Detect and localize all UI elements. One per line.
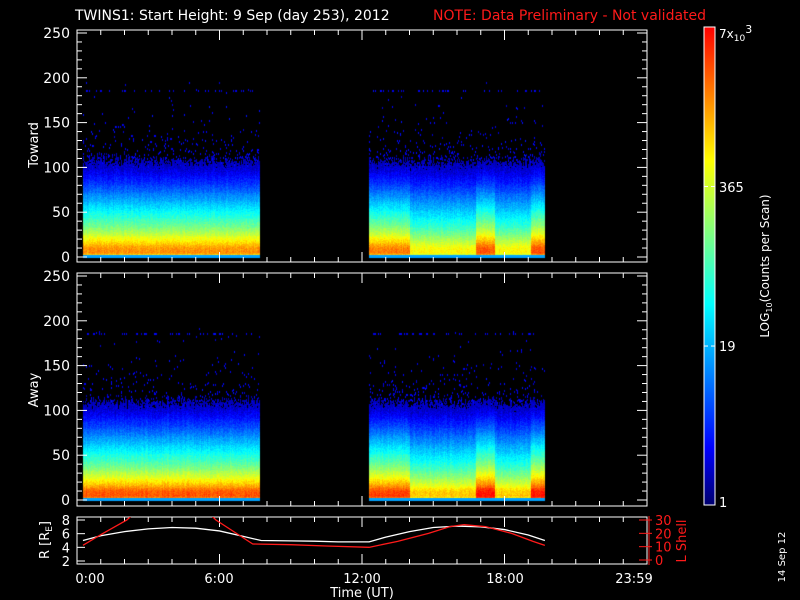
y-tick-label: 0 bbox=[61, 493, 70, 509]
orbit-lshell-tick-label: 0 bbox=[655, 554, 663, 569]
x-tick-label: 12:00 bbox=[343, 572, 380, 587]
orbit-r-tick-label: 4 bbox=[62, 541, 70, 556]
panel-label-away: Away bbox=[27, 372, 42, 407]
orbit-lshell-tick-label: 30 bbox=[655, 514, 672, 529]
y-tick-label: 150 bbox=[43, 359, 70, 375]
orbit-lshell-tick-label: 20 bbox=[655, 527, 672, 542]
y-tick-label: 50 bbox=[52, 205, 70, 221]
y-tick-label: 250 bbox=[43, 26, 70, 42]
r-distance-line bbox=[82, 525, 546, 543]
y-tick-label: 200 bbox=[43, 71, 70, 87]
colorbar bbox=[703, 26, 716, 506]
colorbar-tick-1: 1 bbox=[719, 496, 727, 511]
x-tick-label: 0:00 bbox=[75, 572, 104, 587]
x-tick-label: 6:00 bbox=[204, 572, 233, 587]
plot-date-stamp: 14 Sep 12 bbox=[777, 532, 788, 583]
orbit-r-tick-label: 8 bbox=[62, 514, 70, 529]
orbit-lshell-tick-label: 10 bbox=[655, 541, 672, 556]
y-tick-label: 100 bbox=[43, 403, 70, 419]
panel-label-toward: Toward bbox=[27, 122, 42, 169]
x-axis-label: Time (UT) bbox=[329, 586, 394, 600]
l-shell-line bbox=[82, 517, 546, 548]
orbit-r-tick-label: 2 bbox=[62, 555, 70, 570]
preliminary-note: NOTE: Data Preliminary - Not validated bbox=[433, 8, 706, 24]
colorbar-tick-19: 19 bbox=[719, 340, 736, 355]
y-tick-label: 100 bbox=[43, 160, 70, 176]
y-tick-label: 200 bbox=[43, 314, 70, 330]
colorbar-tick-365: 365 bbox=[719, 181, 744, 196]
y-tick-label: 0 bbox=[61, 250, 70, 266]
orbit-r-axis-label: R [RE] bbox=[38, 521, 55, 559]
orbit-lshell-axis-label: L Shell bbox=[675, 519, 690, 562]
y-tick-label: 150 bbox=[43, 116, 70, 132]
twins-spectrogram-figure: TWINS1: Start Height: 9 Sep (day 253), 2… bbox=[0, 0, 800, 600]
y-tick-label: 250 bbox=[43, 269, 70, 285]
x-tick-label: 18:00 bbox=[486, 572, 523, 587]
x-tick-label: 23:59 bbox=[615, 572, 652, 587]
colorbar-label: LOG10(Counts per Scan) bbox=[758, 194, 774, 337]
panel-frame-away bbox=[76, 272, 648, 507]
panel-frame-toward bbox=[76, 29, 648, 263]
figure-title: TWINS1: Start Height: 9 Sep (day 253), 2… bbox=[74, 8, 390, 24]
figure-overlay: TWINS1: Start Height: 9 Sep (day 253), 2… bbox=[27, 8, 788, 600]
orbit-r-tick-label: 6 bbox=[62, 528, 70, 543]
colorbar-max-label: 7x103 bbox=[719, 23, 752, 44]
axes-group: 0501001502002500501001502002502468010203… bbox=[43, 26, 671, 587]
y-tick-label: 50 bbox=[52, 448, 70, 464]
